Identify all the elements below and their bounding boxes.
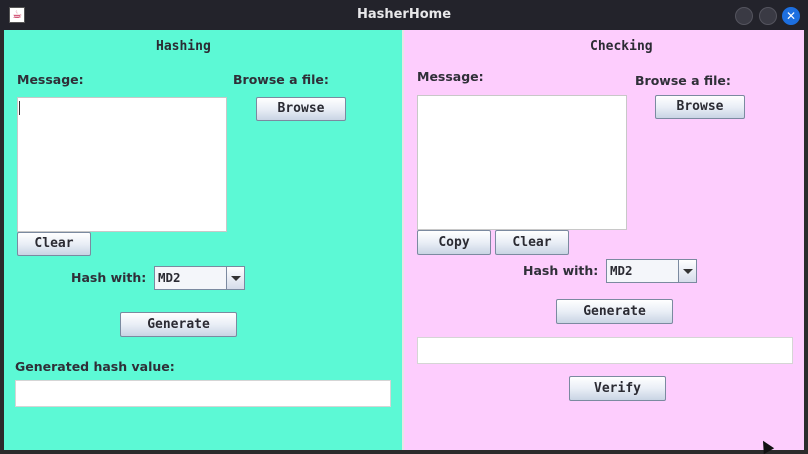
hashing-clear-button[interactable]: Clear	[17, 232, 91, 256]
hashing-hash-with-label: Hash with:	[71, 270, 147, 285]
checking-browse-label: Browse a file:	[635, 73, 731, 88]
checking-heading: Checking	[590, 39, 653, 54]
title-bar: ☕ HasherHome ✕	[0, 0, 808, 30]
checking-message-textarea[interactable]	[417, 95, 627, 230]
checking-algorithm-select[interactable]: MD2	[606, 259, 697, 283]
checking-hash-field[interactable]	[417, 337, 793, 364]
generated-hash-field[interactable]	[15, 380, 391, 407]
checking-message-label: Message:	[417, 69, 484, 84]
main-frame: Hashing Message: Browse a file: Browse C…	[4, 30, 804, 450]
checking-generate-button[interactable]: Generate	[556, 299, 673, 324]
hashing-heading: Hashing	[156, 39, 211, 54]
chevron-down-icon[interactable]	[226, 267, 244, 289]
chevron-down-icon[interactable]	[678, 260, 696, 282]
checking-hash-with-label: Hash with:	[523, 263, 599, 278]
checking-panel: Checking Message: Browse a file: Browse …	[404, 30, 804, 450]
hashing-panel: Hashing Message: Browse a file: Browse C…	[4, 30, 402, 450]
hashing-browse-label: Browse a file:	[233, 72, 329, 87]
close-button[interactable]: ✕	[782, 7, 800, 25]
hashing-browse-button[interactable]: Browse	[256, 97, 346, 121]
close-icon: ✕	[785, 9, 797, 23]
checking-copy-button[interactable]: Copy	[417, 230, 491, 255]
checking-browse-button[interactable]: Browse	[655, 95, 745, 119]
hashing-generate-button[interactable]: Generate	[120, 312, 237, 337]
minimize-button[interactable]	[735, 7, 753, 25]
checking-algorithm-value: MD2	[610, 263, 633, 278]
window-title: HasherHome	[356, 7, 452, 22]
checking-clear-button[interactable]: Clear	[495, 230, 569, 255]
hashing-algorithm-value: MD2	[158, 270, 181, 285]
hashing-message-textarea[interactable]	[17, 97, 227, 232]
verify-button[interactable]: Verify	[569, 376, 666, 401]
generated-hash-label: Generated hash value:	[15, 359, 175, 374]
hashing-message-label: Message:	[17, 72, 84, 87]
text-caret	[19, 101, 20, 115]
hashing-algorithm-select[interactable]: MD2	[154, 266, 245, 290]
maximize-button[interactable]	[759, 7, 777, 25]
